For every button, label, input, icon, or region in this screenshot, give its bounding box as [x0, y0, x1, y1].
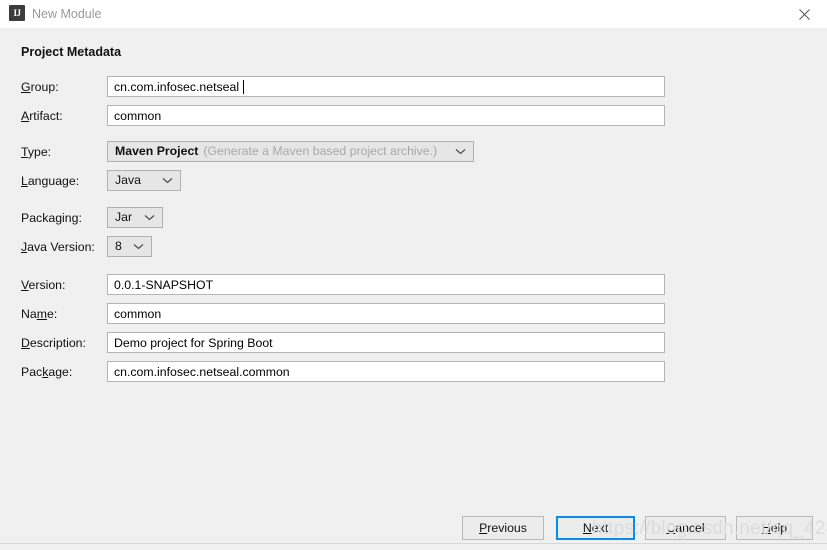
java-version-label: Java Version:	[21, 236, 95, 258]
package-label-pre: Pac	[21, 365, 43, 379]
type-label-text: ype:	[27, 145, 52, 159]
window-title: New Module	[32, 7, 102, 21]
version-label-text: ersion:	[28, 278, 66, 292]
close-icon[interactable]	[782, 0, 827, 28]
name-label-text: e:	[46, 307, 58, 321]
packaging-label-text: ing:	[62, 211, 82, 225]
chevron-down-icon	[455, 148, 466, 155]
description-label-text: escription:	[29, 336, 86, 350]
chevron-down-icon	[162, 177, 173, 184]
description-input[interactable]	[107, 332, 665, 353]
language-label: Language:	[21, 170, 79, 192]
language-label-text: anguage:	[27, 174, 80, 188]
help-button[interactable]: Help	[736, 516, 813, 540]
type-label-mnemonic: T	[21, 145, 28, 159]
language-dropdown[interactable]: Java	[107, 170, 181, 191]
intellij-idea-icon: IJ	[9, 5, 25, 21]
title-bar: IJ New Module	[0, 0, 827, 28]
text-caret	[243, 80, 244, 94]
chevron-down-icon	[144, 214, 155, 221]
name-input[interactable]	[107, 303, 665, 324]
next-button-label: ext	[591, 521, 609, 535]
help-button-mnemonic: H	[761, 521, 771, 535]
type-value: Maven Project	[115, 144, 199, 158]
artifact-label-text: rtifact:	[29, 109, 63, 123]
help-button-label: elp	[770, 521, 788, 535]
next-button[interactable]: Next	[556, 516, 635, 540]
language-value: Java	[115, 173, 141, 187]
group-label: Group:	[21, 76, 59, 98]
packaging-label: Packaging:	[21, 207, 82, 229]
type-dropdown[interactable]: Maven Project (Generate a Maven based pr…	[107, 141, 474, 162]
name-label-pre: Na	[21, 307, 37, 321]
bottom-divider	[0, 543, 827, 544]
language-label-mnemonic: L	[21, 174, 28, 188]
name-label: Name:	[21, 303, 57, 325]
java-version-label-text: ava Version:	[27, 240, 95, 254]
previous-button-label: revious	[487, 521, 527, 535]
version-input[interactable]	[107, 274, 665, 295]
package-label-text: age:	[48, 365, 73, 379]
packaging-label-pre: Packa	[21, 211, 56, 225]
name-label-mnemonic: m	[36, 307, 47, 321]
next-button-mnemonic: N	[582, 521, 592, 535]
cancel-button-mnemonic: C	[666, 521, 676, 535]
cancel-button[interactable]: Cancel	[645, 516, 726, 540]
group-input[interactable]	[107, 76, 665, 97]
version-label: Version:	[21, 274, 65, 296]
type-label: Type:	[21, 141, 51, 163]
group-label-text: roup:	[30, 80, 59, 94]
chevron-down-icon	[133, 243, 144, 250]
java-version-value: 8	[115, 239, 122, 253]
type-hint: (Generate a Maven based project archive.…	[203, 144, 438, 158]
package-label: Package:	[21, 361, 72, 383]
version-label-mnemonic: V	[21, 278, 29, 292]
packaging-value: Jar	[115, 210, 133, 224]
cancel-button-label: ancel	[675, 521, 705, 535]
packaging-dropdown[interactable]: Jar	[107, 207, 163, 228]
group-label-mnemonic: G	[21, 80, 31, 94]
previous-button[interactable]: Previous	[462, 516, 544, 540]
java-version-dropdown[interactable]: 8	[107, 236, 152, 257]
page-title: Project Metadata	[21, 45, 122, 59]
package-input[interactable]	[107, 361, 665, 382]
description-label: Description:	[21, 332, 86, 354]
artifact-label-mnemonic: A	[21, 109, 30, 123]
artifact-label: Artifact:	[21, 105, 63, 127]
description-label-mnemonic: D	[21, 336, 30, 350]
artifact-input[interactable]	[107, 105, 665, 126]
packaging-label-mnemonic: g	[55, 211, 63, 225]
